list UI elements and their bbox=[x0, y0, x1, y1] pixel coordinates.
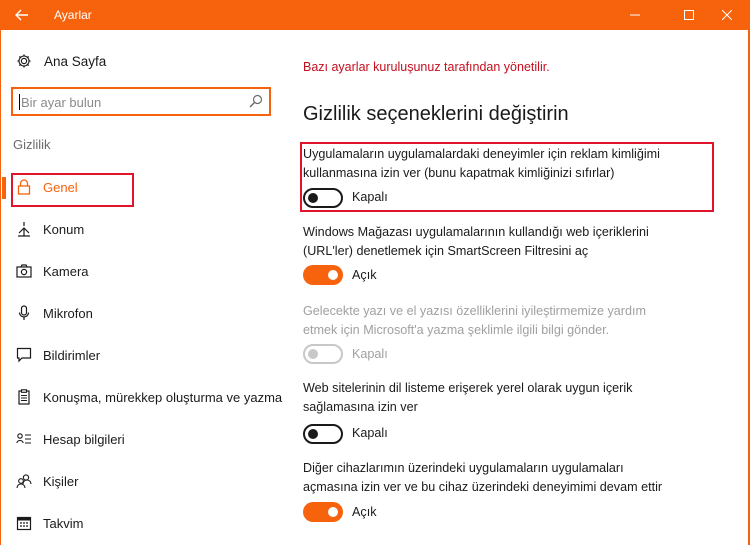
nav-item-kisiler[interactable]: Kişiler bbox=[15, 469, 78, 493]
option-text-line: Web sitelerinin dil listeme erişerek yer… bbox=[303, 381, 633, 395]
toggle-knob bbox=[308, 429, 318, 439]
microphone-icon bbox=[15, 304, 33, 322]
home-link[interactable]: Ana Sayfa bbox=[15, 51, 106, 71]
nav-item-hesap-bilgileri[interactable]: Hesap bilgileri bbox=[15, 427, 125, 451]
nav-item-kamera[interactable]: Kamera bbox=[15, 259, 89, 283]
option-typing-text: Gelecekte yazı ve el yazısı özelliklerin… bbox=[303, 302, 683, 340]
option-text-line: açmasına izin ver ve bu cihaz üzerindeki… bbox=[303, 480, 663, 494]
nav-label: Takvim bbox=[43, 515, 84, 531]
nav-item-konusma[interactable]: Konuşma, mürekkep oluşturma ve yazma bbox=[15, 385, 282, 409]
option-text-line: Uygulamaların uygulamalardaki deneyimler… bbox=[303, 147, 660, 161]
other-devices-toggle[interactable] bbox=[303, 502, 343, 522]
option-text-line: Diğer cihazlarımın üzerindeki uygulamala… bbox=[303, 461, 624, 475]
home-label: Ana Sayfa bbox=[44, 53, 107, 69]
main-content: Bazı ayarlar kuruluşunuz tarafından yöne… bbox=[290, 30, 750, 545]
option-text-line: sağlamasına izin ver bbox=[303, 400, 418, 414]
toggle-knob bbox=[328, 507, 338, 517]
option-other-devices-text: Diğer cihazlarımın üzerindeki uygulamala… bbox=[303, 459, 683, 497]
notification-icon bbox=[15, 346, 33, 364]
location-icon bbox=[15, 220, 33, 238]
minimize-icon bbox=[630, 14, 640, 16]
nav-label: Kişiler bbox=[43, 473, 79, 489]
option-text-line: Gelecekte yazı ve el yazısı özelliklerin… bbox=[303, 304, 646, 318]
nav-item-konum[interactable]: Konum bbox=[15, 217, 84, 241]
maximize-icon bbox=[684, 10, 694, 20]
close-icon bbox=[722, 10, 732, 20]
option-ad-id-text: Uygulamaların uygulamalardaki deneyimler… bbox=[303, 145, 683, 183]
sidebar: Ana Sayfa Bir ayar bulun Gizlilik Genel bbox=[0, 30, 290, 545]
people-icon bbox=[15, 472, 33, 490]
nav-label: Kamera bbox=[43, 263, 89, 279]
nav-label: Genel bbox=[43, 179, 78, 195]
toggle-state-label: Açık bbox=[352, 505, 377, 519]
minimize-button[interactable] bbox=[612, 0, 658, 30]
option-text-line: Windows Mağazası uygulamalarının kulland… bbox=[303, 225, 649, 239]
nav-label: Hesap bilgileri bbox=[43, 431, 125, 447]
speech-icon bbox=[15, 388, 33, 406]
calendar-icon bbox=[15, 514, 33, 532]
ad-id-toggle[interactable] bbox=[303, 188, 343, 208]
toggle-state-label: Kapalı bbox=[352, 190, 388, 204]
search-placeholder: Bir ayar bulun bbox=[21, 95, 102, 110]
account-info-icon bbox=[15, 430, 33, 448]
typing-toggle[interactable] bbox=[303, 344, 343, 364]
text-caret bbox=[19, 94, 20, 110]
section-header: Gizlilik bbox=[13, 137, 51, 152]
title-bar: Ayarlar bbox=[0, 0, 750, 30]
option-text-line: etmek için Microsoft'a yazma şeklimle il… bbox=[303, 323, 610, 337]
back-arrow-icon bbox=[15, 9, 28, 21]
toggle-knob bbox=[328, 270, 338, 280]
close-button[interactable] bbox=[704, 0, 750, 30]
smartscreen-toggle[interactable] bbox=[303, 265, 343, 285]
gear-icon bbox=[15, 52, 33, 70]
selection-indicator bbox=[2, 177, 6, 199]
nav-item-genel[interactable]: Genel bbox=[15, 175, 78, 199]
nav-item-takvim[interactable]: Takvim bbox=[15, 511, 83, 535]
option-language-text: Web sitelerinin dil listeme erişerek yer… bbox=[303, 379, 683, 417]
nav-label: Konuşma, mürekkep oluşturma ve yazma bbox=[43, 389, 283, 405]
back-button[interactable] bbox=[0, 0, 44, 30]
toggle-state-label: Kapalı bbox=[352, 426, 388, 440]
nav-label: Konum bbox=[43, 221, 85, 237]
org-managed-notice: Bazı ayarlar kuruluşunuz tarafından yöne… bbox=[303, 60, 550, 74]
page-heading: Gizlilik seçeneklerini değiştirin bbox=[303, 103, 569, 125]
search-icon[interactable] bbox=[249, 94, 263, 113]
toggle-state-label: Kapalı bbox=[352, 347, 388, 361]
window-title: Ayarlar bbox=[54, 8, 92, 22]
camera-icon bbox=[15, 262, 33, 280]
toggle-knob bbox=[308, 193, 318, 203]
option-smartscreen-text: Windows Mağazası uygulamalarının kulland… bbox=[303, 223, 683, 261]
option-text-line: (URL'ler) denetlemek için SmartScreen Fi… bbox=[303, 244, 589, 258]
nav-item-mikrofon[interactable]: Mikrofon bbox=[15, 301, 93, 325]
nav-label: Mikrofon bbox=[43, 305, 93, 321]
language-toggle[interactable] bbox=[303, 424, 343, 444]
lock-icon bbox=[15, 178, 33, 196]
search-box[interactable]: Bir ayar bulun bbox=[11, 87, 271, 116]
toggle-knob bbox=[308, 349, 318, 359]
nav-label: Bildirimler bbox=[43, 347, 101, 363]
toggle-state-label: Açık bbox=[352, 268, 377, 282]
option-text-line: kullanmasına izin ver (bunu kapatmak kim… bbox=[303, 166, 615, 180]
nav-item-bildirimler[interactable]: Bildirimler bbox=[15, 343, 100, 367]
